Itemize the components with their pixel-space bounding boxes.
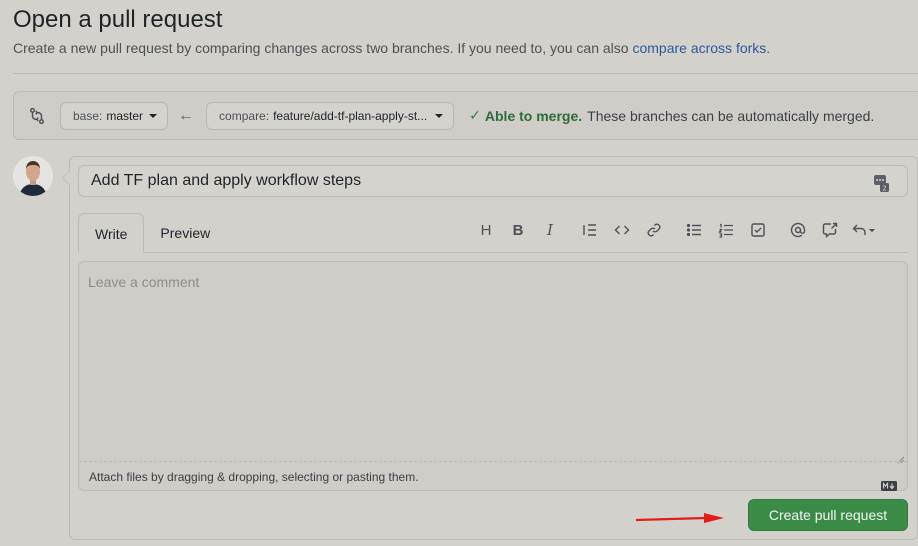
base-branch-select[interactable]: base: master	[60, 101, 169, 130]
branch-range-editor: base: master ← compare: feature/add-tf-pla…	[13, 91, 918, 140]
compare-across-forks-link[interactable]: compare across forks	[632, 40, 766, 56]
arrow-left-icon: ←	[178, 106, 195, 124]
saved-replies-icon[interactable]: 2	[873, 173, 889, 192]
italic-icon[interactable]: I	[534, 218, 566, 242]
resize-handle-icon[interactable]	[897, 451, 905, 464]
markdown-icon[interactable]	[881, 472, 897, 491]
chevron-down-icon	[149, 113, 158, 118]
base-value: master	[106, 108, 144, 123]
subtitle-text: Create a new pull request by comparing c…	[13, 40, 633, 56]
mention-icon[interactable]	[782, 218, 814, 242]
comment-textarea[interactable]: Leave a comment Attach files by dragging…	[78, 261, 908, 491]
form-caret-inner	[63, 171, 70, 185]
attach-files-text: Attach files by dragging & dropping, sel…	[89, 470, 419, 484]
heading-icon[interactable]: H	[470, 218, 502, 242]
numbered-list-icon[interactable]	[710, 218, 742, 242]
subtitle-end: .	[766, 40, 771, 56]
merge-message: These branches can be automatically merg…	[587, 107, 875, 124]
comment-placeholder: Leave a comment	[88, 274, 200, 290]
pr-title-input[interactable]: Add TF plan and apply workflow steps 2	[78, 165, 908, 197]
tab-write[interactable]: Write	[78, 213, 145, 253]
check-icon: ✓	[469, 107, 481, 123]
avatar[interactable]	[13, 156, 53, 196]
base-prefix: base:	[73, 108, 103, 123]
attach-files-bar[interactable]: Attach files by dragging & dropping, sel…	[79, 461, 907, 491]
git-compare-icon	[28, 107, 46, 125]
pr-title-value: Add TF plan and apply workflow steps	[91, 172, 362, 189]
reply-icon[interactable]	[846, 218, 882, 242]
tab-divider	[78, 252, 908, 253]
bulleted-list-icon[interactable]	[678, 218, 710, 242]
link-icon[interactable]	[638, 218, 670, 242]
create-pull-request-button[interactable]: Create pull request	[748, 499, 908, 531]
svg-text:2: 2	[882, 184, 886, 192]
merge-ok-label: Able to merge.	[484, 107, 583, 124]
code-icon[interactable]	[606, 218, 638, 242]
compare-prefix: compare:	[219, 108, 270, 123]
chevron-down-icon	[435, 113, 444, 118]
page-subtitle: Create a new pull request by comparing c…	[13, 40, 770, 56]
reference-icon[interactable]	[814, 218, 846, 242]
compare-value: feature/add-tf-plan-apply-st...	[273, 108, 428, 123]
compare-branch-select[interactable]: compare: feature/add-tf-plan-apply-st...	[206, 101, 455, 130]
task-list-icon[interactable]	[742, 218, 774, 242]
bold-icon[interactable]: B	[502, 218, 534, 242]
write-preview-tabs: Write Preview	[78, 213, 226, 253]
tab-preview[interactable]: Preview	[144, 213, 226, 253]
merge-status: ✓ Able to merge. These branches can be a…	[469, 107, 874, 124]
annotation-arrow-icon	[636, 513, 724, 523]
page-title: Open a pull request	[13, 6, 223, 33]
markdown-toolbar: H B I	[470, 218, 882, 242]
quote-icon[interactable]	[574, 218, 606, 242]
divider	[13, 73, 918, 74]
